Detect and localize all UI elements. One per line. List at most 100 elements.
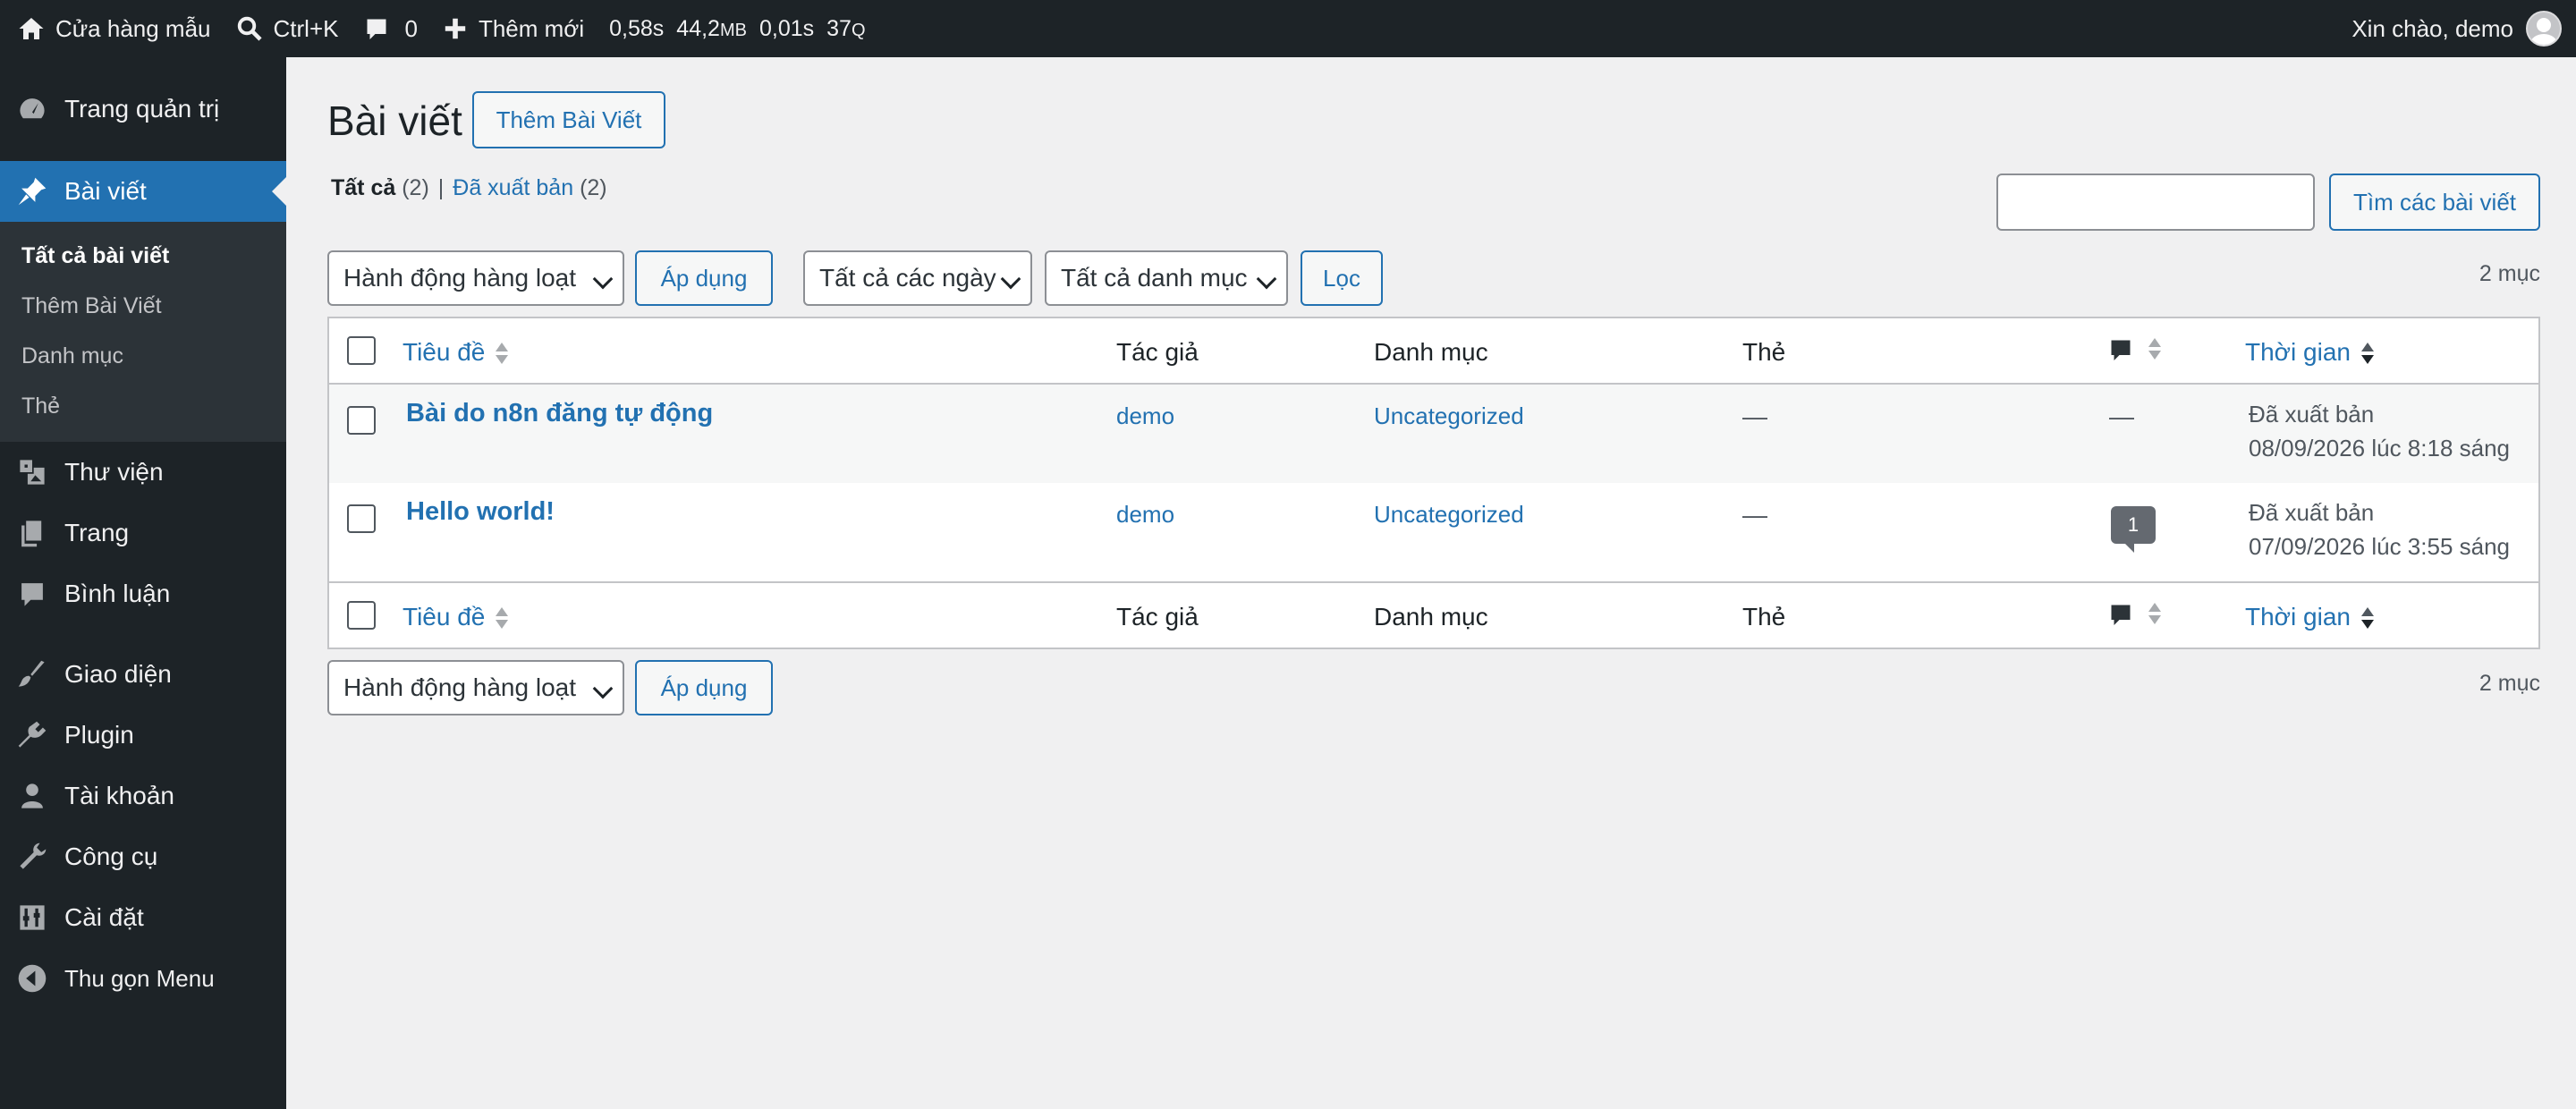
sidebar-item-label: Plugin (64, 721, 134, 749)
page-title: Bài viết (327, 97, 462, 144)
chevron-down-icon (592, 678, 614, 699)
paintbrush-icon (16, 658, 48, 690)
row-checkbox[interactable] (347, 406, 376, 435)
sidebar-item-posts[interactable]: Bài viết (0, 161, 286, 222)
my-account-menu[interactable]: Xin chào, demo (2339, 0, 2562, 57)
post-status: Đã xuất bản (2249, 401, 2375, 428)
site-name: Cửa hàng mẫu (55, 14, 211, 42)
status-filter-links: Tất cả (2) | Đã xuất bản (2) (331, 175, 607, 201)
date-filter-select[interactable]: Tất cả các ngày (803, 250, 1032, 306)
sort-icon (496, 605, 509, 632)
table-row: Bài do n8n đăng tự động demo Uncategoriz… (329, 385, 2538, 483)
filter-button[interactable]: Lọc (1301, 250, 1383, 306)
post-category-link[interactable]: Uncategorized (1374, 501, 1524, 529)
post-author-link[interactable]: demo (1116, 501, 1174, 529)
add-new-post-button[interactable]: Thêm Bài Viết (472, 91, 665, 148)
select-all-checkbox[interactable] (347, 601, 376, 630)
comments-count: 0 (404, 14, 418, 42)
perf-memory: 44,2MB (676, 15, 747, 41)
table-row: Hello world! demo Uncategorized — 1 Đã x… (329, 483, 2538, 581)
site-name-link[interactable]: Cửa hàng mẫu (5, 0, 224, 57)
sidebar-item-comments[interactable]: Bình luận (0, 563, 286, 624)
comment-icon (2111, 605, 2131, 625)
home-icon (19, 18, 44, 39)
search-posts-button[interactable]: Tìm các bài viết (2329, 174, 2540, 231)
sidebar-item-label: Công cụ (64, 842, 158, 870)
post-category-link[interactable]: Uncategorized (1374, 402, 1524, 430)
avatar (2526, 11, 2562, 47)
column-comments-footer[interactable] (2107, 601, 2161, 634)
post-date: Đã xuất bản 08/09/2026 lúc 8:18 sáng (2249, 397, 2510, 465)
post-tags: — (1742, 501, 1767, 529)
filter-separator: | (437, 175, 445, 200)
post-search-input[interactable] (1996, 174, 2315, 231)
column-comments-header[interactable] (2107, 336, 2161, 369)
sidebar-item-label: Thu gọn Menu (64, 964, 215, 992)
posts-submenu: Tất cả bài viết Thêm Bài Viết Danh mục T… (0, 222, 286, 442)
sidebar-item-users[interactable]: Tài khoản (0, 766, 286, 826)
row-checkbox[interactable] (347, 504, 376, 533)
post-author-link[interactable]: demo (1116, 402, 1174, 430)
collapse-menu-button[interactable]: Thu gọn Menu (0, 948, 286, 1009)
sidebar-item-dashboard[interactable]: Trang quản trị (0, 57, 286, 161)
greeting: Xin chào, demo (2351, 14, 2513, 42)
pages-icon (16, 517, 48, 549)
sidebar-item-label: Thư viện (64, 458, 164, 486)
bulk-action-select[interactable]: Hành động hàng loạt (327, 250, 624, 306)
performance-stats[interactable]: 0,58s 44,2MB 0,01s 37Q (597, 0, 877, 57)
comments-icon (16, 578, 48, 610)
column-title-footer[interactable]: Tiêu đề (402, 603, 509, 632)
comment-icon (367, 19, 386, 39)
settings-icon (16, 902, 48, 934)
sidebar-item-tools[interactable]: Công cụ (0, 826, 286, 887)
sidebar-separator (0, 624, 286, 644)
sidebar-item-label: Bình luận (64, 580, 171, 607)
comment-count-bubble[interactable]: 1 (2111, 506, 2156, 553)
submenu-all-posts[interactable]: Tất cả bài viết (0, 231, 286, 281)
sidebar-item-settings[interactable]: Cài đặt (0, 887, 286, 948)
sort-icon (496, 341, 509, 368)
search-icon (237, 16, 262, 41)
filter-published[interactable]: Đã xuất bản (2) (453, 175, 606, 201)
chevron-down-icon (592, 268, 614, 290)
items-count-bottom: 2 mục (2479, 671, 2540, 696)
table-header: Tiêu đề Tác giả Danh mục Thẻ Thời gian (329, 318, 2538, 385)
posts-table: Tiêu đề Tác giả Danh mục Thẻ Thời gian B… (327, 317, 2540, 649)
comment-icon (2111, 340, 2131, 360)
apply-bulk-action-button-bottom[interactable]: Áp dụng (635, 660, 773, 715)
search-shortcut: Ctrl+K (273, 14, 339, 42)
post-title-link[interactable]: Bài do n8n đăng tự động (406, 399, 713, 428)
post-datetime: 08/09/2026 lúc 8:18 sáng (2249, 435, 2511, 461)
category-filter-select[interactable]: Tất cả danh mục (1045, 250, 1288, 306)
sidebar-item-plugins[interactable]: Plugin (0, 705, 286, 766)
filter-all[interactable]: Tất cả (2) (331, 175, 429, 201)
sidebar-item-label: Giao diện (64, 660, 172, 688)
new-content-menu[interactable]: Thêm mới (430, 0, 597, 57)
column-date-header[interactable]: Thời gian (2245, 338, 2374, 368)
sort-icon (2148, 601, 2161, 628)
table-footer: Tiêu đề Tác giả Danh mục Thẻ Thời gian (329, 581, 2538, 648)
select-all-checkbox[interactable] (347, 336, 376, 365)
column-date-footer[interactable]: Thời gian (2245, 603, 2374, 632)
submenu-add-post[interactable]: Thêm Bài Viết (0, 281, 286, 331)
apply-bulk-action-button[interactable]: Áp dụng (635, 250, 773, 306)
media-icon (16, 456, 48, 488)
column-author-footer: Tác giả (1116, 603, 1199, 631)
post-comments: — (2109, 402, 2134, 430)
sort-desc-icon (2360, 341, 2374, 368)
sidebar-item-appearance[interactable]: Giao diện (0, 644, 286, 705)
new-content-label: Thêm mới (478, 14, 585, 42)
pin-icon (16, 175, 48, 207)
sidebar-item-pages[interactable]: Trang (0, 503, 286, 563)
plugin-icon (16, 719, 48, 751)
submenu-categories[interactable]: Danh mục (0, 331, 286, 381)
sidebar-item-media[interactable]: Thư viện (0, 442, 286, 503)
dashboard-icon (16, 93, 48, 125)
bulk-action-select-bottom[interactable]: Hành động hàng loạt (327, 660, 624, 715)
submenu-tags[interactable]: Thẻ (0, 381, 286, 431)
comments-link[interactable]: 0 (351, 0, 429, 57)
post-title-link[interactable]: Hello world! (406, 497, 555, 527)
command-palette-button[interactable]: Ctrl+K (224, 0, 352, 57)
column-title-header[interactable]: Tiêu đề (402, 338, 509, 368)
collapse-icon (16, 962, 48, 995)
